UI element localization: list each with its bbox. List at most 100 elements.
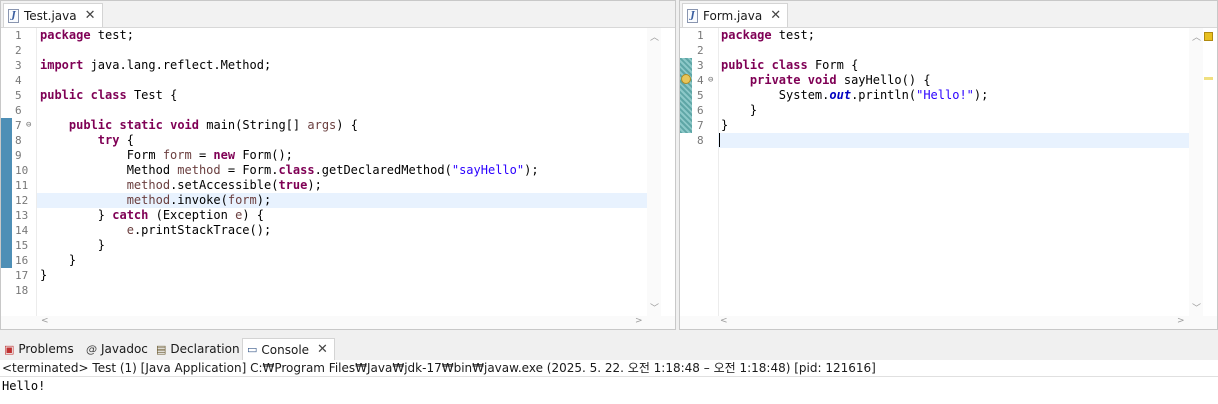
bottom-view-tabs: ▣ Problems @ Javadoc ▤ Declaration ▭ Con… xyxy=(0,338,1218,360)
tab-javadoc[interactable]: @ Javadoc xyxy=(86,338,148,360)
horizontal-scrollbar[interactable]: < > xyxy=(680,316,1217,329)
tab-label: Form.java xyxy=(703,8,763,23)
line-number: 3 xyxy=(15,59,22,72)
code-line[interactable]: } xyxy=(718,103,1189,118)
code-line[interactable] xyxy=(37,43,647,58)
code-line[interactable]: } catch (Exception e) { xyxy=(37,208,647,223)
code-line[interactable]: e.printStackTrace(); xyxy=(37,223,647,238)
code-line[interactable]: private void sayHello() { xyxy=(718,73,1189,88)
code-line[interactable]: package test; xyxy=(37,28,647,43)
change-marker xyxy=(680,58,692,133)
code-line[interactable] xyxy=(718,43,1189,58)
code-lines[interactable]: package test; public class Form { privat… xyxy=(718,28,1189,316)
line-number: 10 xyxy=(15,164,29,177)
current-code-line[interactable] xyxy=(718,133,1189,148)
code-line[interactable]: Form form = new Form(); xyxy=(37,148,647,163)
code-line[interactable]: System.out.println("Hello!"); xyxy=(718,88,1189,103)
line-number: 13 xyxy=(15,209,29,222)
code-line[interactable]: } xyxy=(37,268,647,283)
vertical-scrollbar[interactable]: ︿ ﹀ xyxy=(1189,28,1203,316)
line-number: 7 xyxy=(15,119,22,132)
line-number: 12 xyxy=(15,194,29,207)
line-number: 7 xyxy=(697,119,704,132)
overview-warning-icon[interactable] xyxy=(1204,32,1213,41)
close-icon[interactable]: ✕ xyxy=(770,8,781,23)
scroll-left-icon[interactable]: < xyxy=(720,316,728,326)
vertical-scrollbar[interactable]: ︿ ﹀ xyxy=(647,28,661,316)
java-file-icon: J xyxy=(8,8,19,23)
code-line[interactable]: } xyxy=(37,253,647,268)
code-line[interactable] xyxy=(37,73,647,88)
line-number: 4 xyxy=(697,74,704,87)
fold-collapse-icon[interactable]: ⊖ xyxy=(26,118,31,133)
line-number: 17 xyxy=(15,269,29,282)
code-line[interactable]: Method method = Form.class.getDeclaredMe… xyxy=(37,163,647,178)
line-number-gutter: 1 2 3 4 5 6 7 ⊖ 8 9 10 11 12 13 14 15 16 … xyxy=(12,28,37,316)
fold-collapse-icon[interactable]: ⊖ xyxy=(708,73,713,88)
scroll-up-icon[interactable]: ︿ xyxy=(650,30,659,43)
tab-console[interactable]: ▭ Console ✕ xyxy=(242,338,335,360)
line-number: 15 xyxy=(15,239,29,252)
code-line[interactable]: } xyxy=(37,238,647,253)
scroll-down-icon[interactable]: ﹀ xyxy=(1192,301,1201,314)
line-number: 14 xyxy=(15,224,29,237)
problems-icon: ▣ xyxy=(4,342,15,356)
code-line[interactable] xyxy=(37,283,647,298)
change-ruler xyxy=(1,28,12,316)
tab-test-java[interactable]: J Test.java ✕ xyxy=(3,3,103,27)
code-line[interactable]: public static void main(String[] args) { xyxy=(37,118,647,133)
code-area[interactable]: 1 2 3 4 5 6 7 ⊖ 8 9 10 11 12 13 14 15 16 … xyxy=(1,28,647,316)
tab-declaration[interactable]: ▤ Declaration xyxy=(156,338,240,360)
editor-tab-bar: J Test.java ✕ xyxy=(1,1,675,28)
line-number: 6 xyxy=(15,104,22,117)
code-line[interactable] xyxy=(37,103,647,118)
code-line[interactable]: public class Test { xyxy=(37,88,647,103)
code-line[interactable]: try { xyxy=(37,133,647,148)
scroll-right-icon[interactable]: > xyxy=(635,316,643,326)
code-line[interactable]: public class Form { xyxy=(718,58,1189,73)
line-number: 1 xyxy=(697,29,704,42)
code-line[interactable]: package test; xyxy=(718,28,1189,43)
line-number: 2 xyxy=(697,44,704,57)
scroll-up-icon[interactable]: ︿ xyxy=(1192,30,1201,43)
change-marker xyxy=(1,118,12,268)
scroll-down-icon[interactable]: ﹀ xyxy=(650,301,659,314)
code-area[interactable]: 1 2 3 4 ⊖ 5 6 7 8 package test; public cl… xyxy=(680,28,1189,316)
line-number: 8 xyxy=(15,134,22,147)
overview-marker[interactable] xyxy=(1204,77,1213,80)
horizontal-scrollbar[interactable]: < > xyxy=(1,316,675,329)
line-number: 5 xyxy=(15,89,22,102)
code-line[interactable]: import java.lang.reflect.Method; xyxy=(37,58,647,73)
editor-tab-bar: J Form.java ✕ xyxy=(680,1,1217,28)
code-lines[interactable]: package test; import java.lang.reflect.M… xyxy=(37,28,647,316)
tab-form-java[interactable]: J Form.java ✕ xyxy=(682,3,789,27)
tab-problems[interactable]: ▣ Problems xyxy=(4,338,74,360)
tab-label: Declaration xyxy=(170,342,240,356)
line-number: 11 xyxy=(15,179,29,192)
line-number: 5 xyxy=(697,89,704,102)
scroll-left-icon[interactable]: < xyxy=(41,316,49,326)
editor-test-java[interactable]: J Test.java ✕ 1 2 3 4 5 6 7 ⊖ 8 9 10 11 1… xyxy=(0,0,676,330)
scroll-right-icon[interactable]: > xyxy=(1177,316,1185,326)
line-number-gutter: 1 2 3 4 ⊖ 5 6 7 8 xyxy=(694,28,719,316)
line-number: 9 xyxy=(15,149,22,162)
tab-label: Test.java xyxy=(24,8,77,23)
line-number: 8 xyxy=(697,134,704,147)
code-line[interactable]: method.setAccessible(true); xyxy=(37,178,647,193)
line-number: 1 xyxy=(15,29,22,42)
line-number: 16 xyxy=(15,254,29,267)
javadoc-icon: @ xyxy=(86,342,97,356)
code-line[interactable]: } xyxy=(718,118,1189,133)
current-code-line[interactable]: method.invoke(form); xyxy=(37,193,647,208)
close-icon[interactable]: ✕ xyxy=(85,8,96,23)
java-file-icon: J xyxy=(687,8,698,23)
close-icon[interactable]: ✕ xyxy=(317,342,328,357)
tab-label: Problems xyxy=(18,342,74,356)
change-ruler xyxy=(680,28,694,316)
declaration-icon: ▤ xyxy=(156,342,167,356)
warning-bulb-icon[interactable] xyxy=(681,74,691,84)
editor-form-java[interactable]: J Form.java ✕ 1 2 3 4 ⊖ 5 6 7 8 package t… xyxy=(679,0,1218,330)
console-icon: ▭ xyxy=(247,343,258,356)
console-output[interactable]: Hello! xyxy=(0,377,1218,404)
tab-label: Console xyxy=(261,342,310,357)
